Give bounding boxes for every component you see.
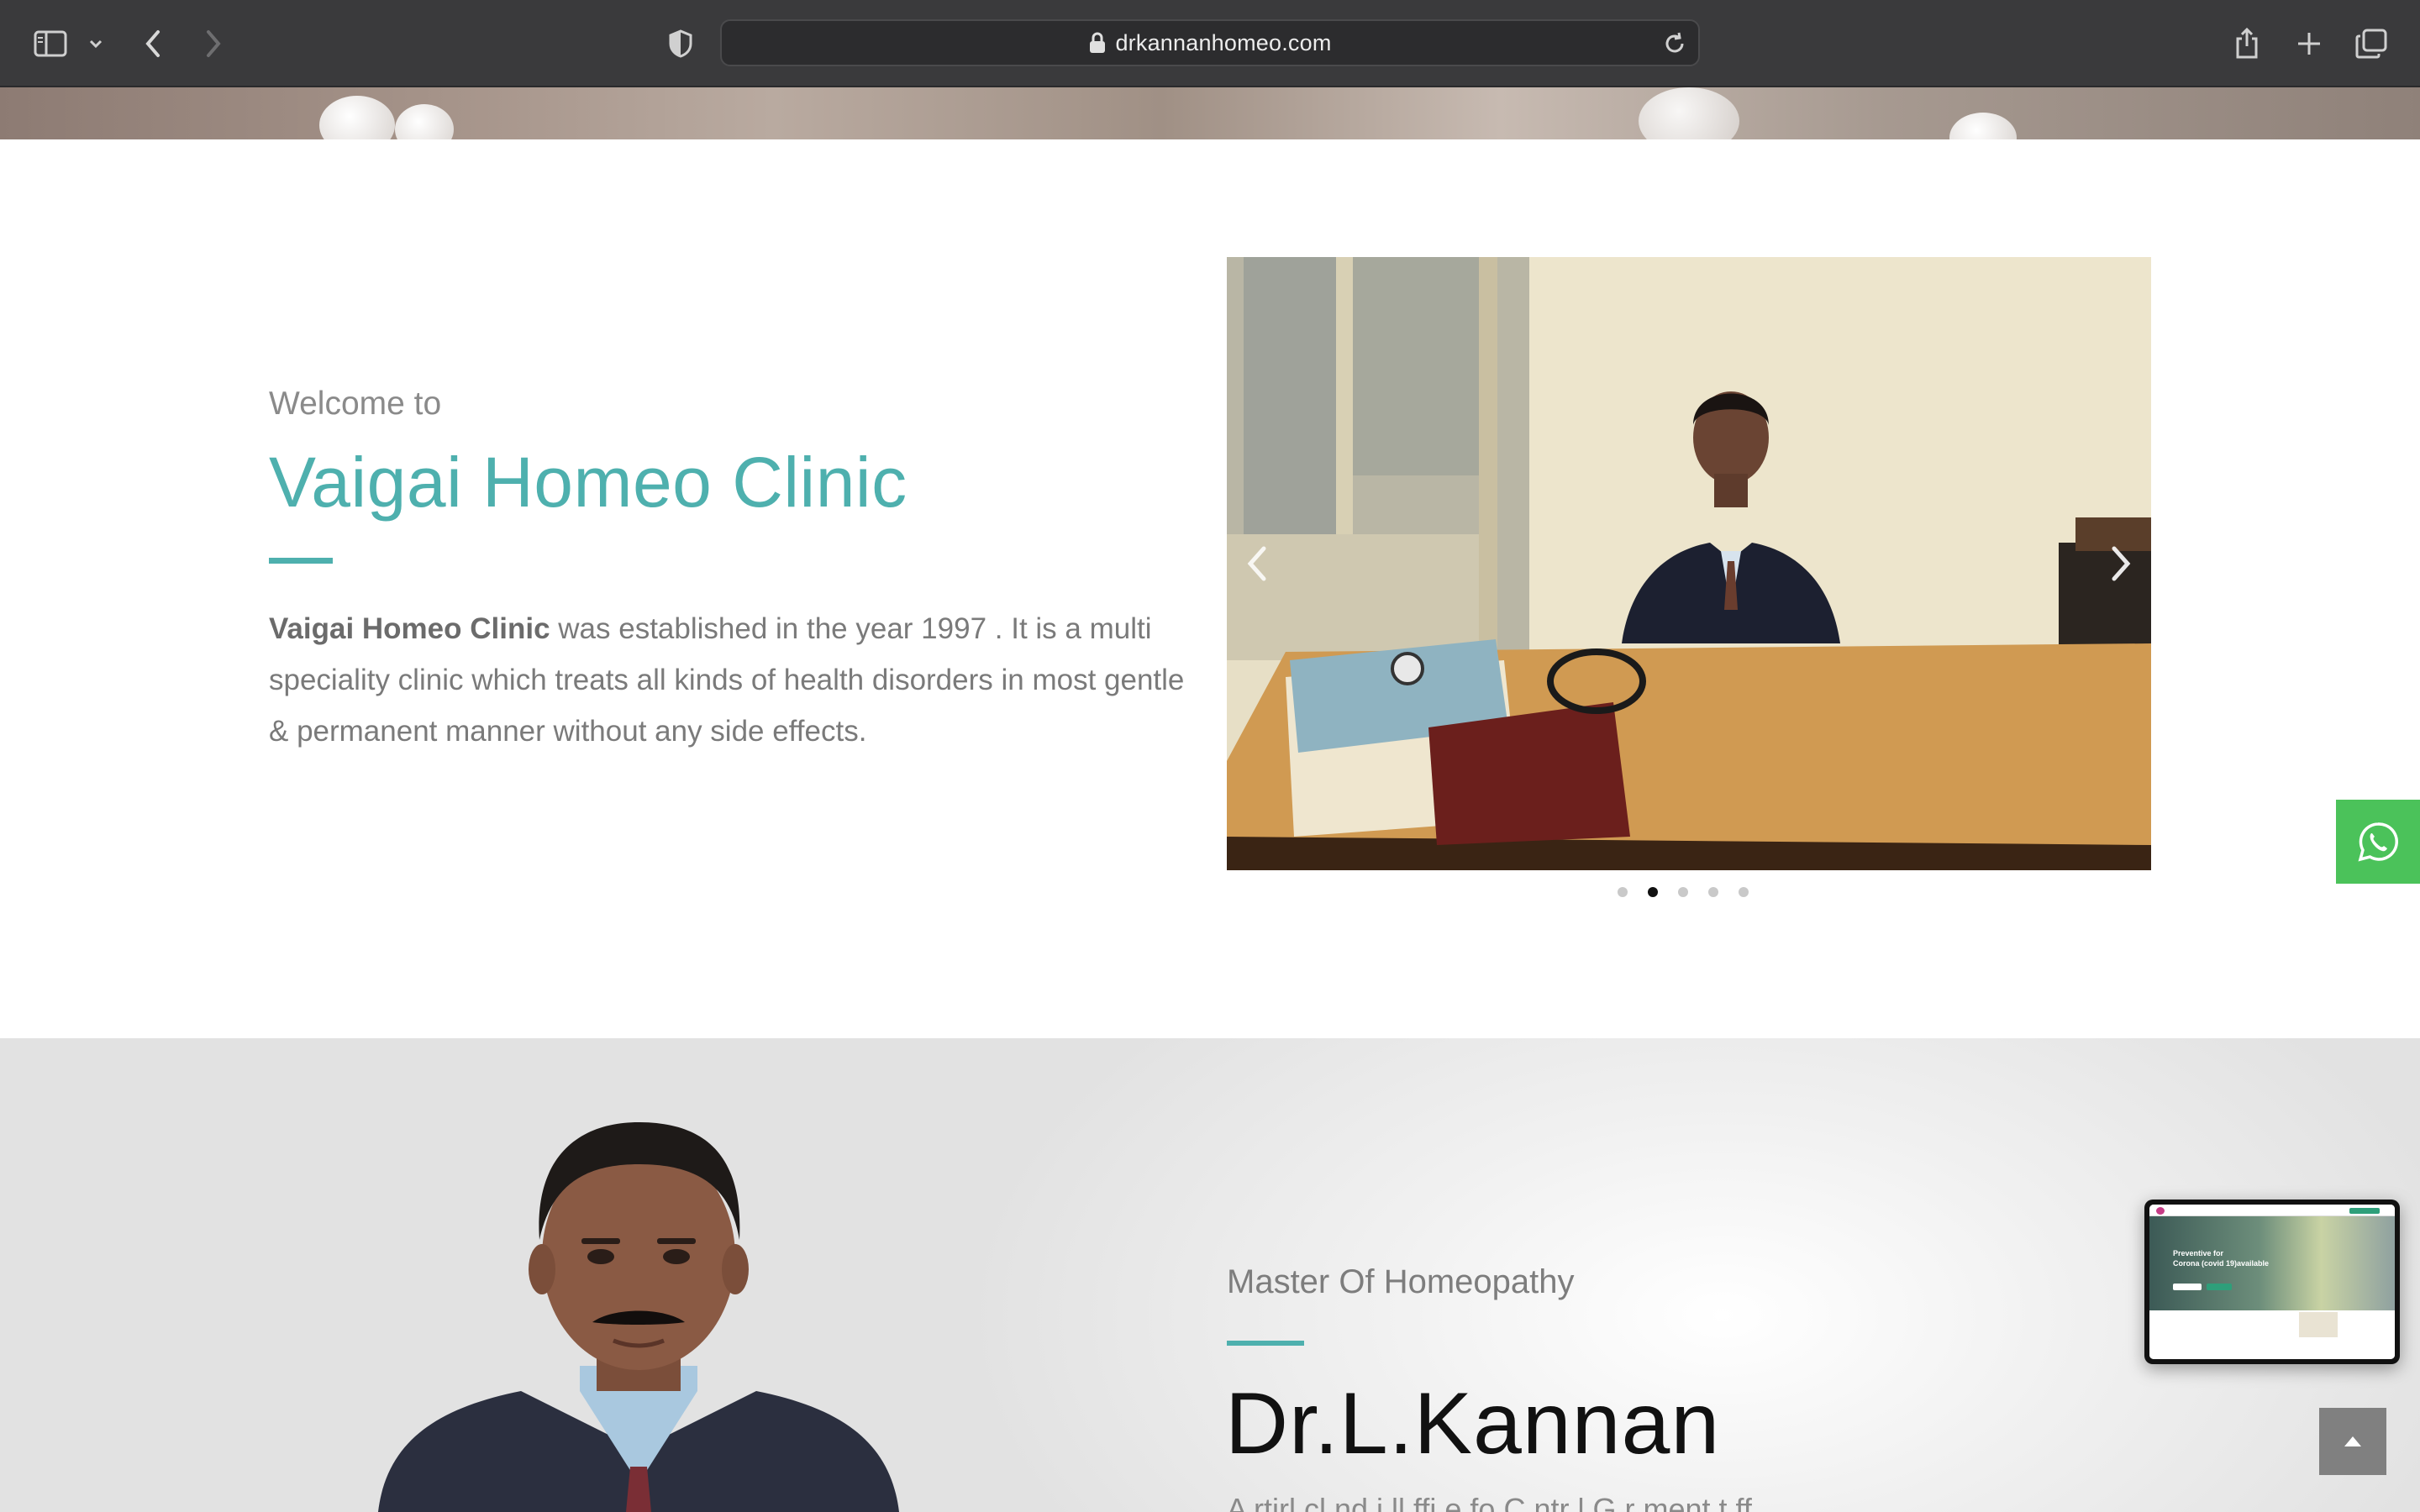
pip-headline: Preventive for Corona (covid 19)availabl… [2173, 1249, 2270, 1268]
sidebar-toggle-icon[interactable] [32, 25, 69, 62]
clinic-description: Vaigai Homeo Clinic was established in t… [269, 603, 1202, 757]
address-bar[interactable]: drkannanhomeo.com [720, 19, 1700, 66]
lock-icon [1090, 32, 1106, 53]
doctor-subtitle: Master Of Homeopathy [1227, 1263, 1575, 1300]
share-icon[interactable] [2228, 25, 2265, 62]
back-arrow-icon[interactable] [134, 25, 171, 62]
tab-overview-icon[interactable] [2353, 25, 2390, 62]
back-to-top-button[interactable] [2319, 1408, 2386, 1475]
forward-arrow-icon[interactable] [195, 25, 232, 62]
welcome-section: Welcome to Vaigai Homeo Clinic Vaigai Ho… [0, 139, 2420, 1038]
clinic-title: Vaigai Homeo Clinic [269, 443, 908, 522]
pip-screen: Preventive for Corona (covid 19)availabl… [2149, 1205, 2395, 1359]
carousel-prev-arrow-icon[interactable] [1235, 534, 1277, 593]
carousel-dot[interactable] [1678, 887, 1688, 897]
carousel-dot[interactable] [1618, 887, 1628, 897]
carousel-next-arrow-icon[interactable] [2101, 534, 2143, 593]
doctor-name: Dr.L.Kannan [1225, 1375, 1721, 1473]
browser-toolbar: drkannanhomeo.com [0, 0, 2420, 87]
url-text: drkannanhomeo.com [1115, 29, 1332, 55]
chevron-down-icon[interactable] [77, 25, 114, 62]
title-underline [269, 558, 333, 564]
carousel-dot-active[interactable] [1648, 887, 1658, 897]
pip-video-preview[interactable]: Preventive for Corona (covid 19)availabl… [2144, 1200, 2400, 1364]
doctor-intro-text-cut: A rtirl cl nd i ll ffi e fo C ntr l G r … [1227, 1492, 1752, 1512]
carousel-dot[interactable] [1739, 887, 1749, 897]
privacy-shield-icon[interactable] [662, 25, 699, 62]
reload-icon[interactable] [1663, 31, 1686, 60]
subtitle-underline [1227, 1341, 1304, 1346]
whatsapp-button[interactable] [2336, 800, 2420, 884]
doctor-section: Master Of Homeopathy Dr.L.Kannan A rtirl… [0, 1038, 2420, 1512]
clinic-name-bold: Vaigai Homeo Clinic [269, 612, 550, 645]
whatsapp-icon [2358, 822, 2398, 862]
chevron-up-icon [2344, 1436, 2361, 1446]
carousel-dots [1618, 887, 1749, 897]
carousel-dot[interactable] [1708, 887, 1718, 897]
welcome-pretitle: Welcome to [269, 386, 442, 422]
clinic-office-photo [1227, 257, 2151, 870]
new-tab-icon[interactable] [2291, 25, 2328, 62]
clinic-photo-carousel[interactable] [1227, 257, 2151, 870]
hero-image-strip [0, 87, 2420, 139]
doctor-portrait [378, 1122, 899, 1512]
